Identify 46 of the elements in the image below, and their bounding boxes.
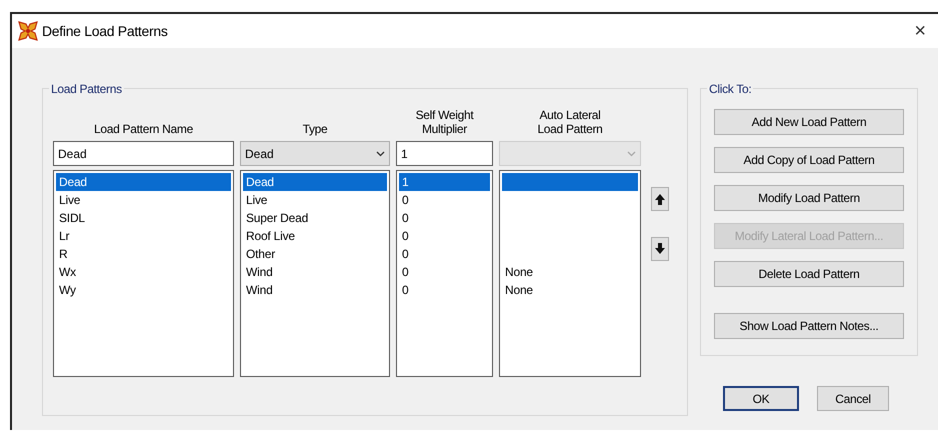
column-header: Self Weight Multiplier [414,109,475,137]
list-item[interactable]: 0 [399,281,490,299]
column-header: Type [302,123,328,137]
list-item[interactable]: Wind [243,281,387,299]
list-item[interactable]: Wx [56,263,231,281]
list-item[interactable]: Dead [56,173,231,191]
move-down-button[interactable] [651,237,669,261]
app-logo-icon [18,21,38,41]
list-item[interactable]: 0 [399,191,490,209]
down-arrow-icon [654,243,666,255]
list-item[interactable]: Live [56,191,231,209]
list-item[interactable]: None [502,281,638,299]
name-field[interactable]: Dead [53,141,234,166]
action-button[interactable]: Add New Load Pattern [714,109,904,135]
type-dropdown[interactable]: Dead [240,141,390,166]
list-item[interactable]: Other [243,245,387,263]
column-header: Auto Lateral Load Pattern [536,109,604,137]
list-item[interactable]: Wind [243,263,387,281]
caret-icon [376,150,385,156]
list-item[interactable]: 0 [399,209,490,227]
window-title: Define Load Patterns [42,22,168,40]
action-button[interactable]: Modify Load Pattern [714,185,904,211]
list-item[interactable]: SIDL [56,209,231,227]
list-item[interactable]: Wy [56,281,231,299]
action-button[interactable]: Show Load Pattern Notes... [714,313,904,339]
list-item[interactable]: 1 [399,173,490,191]
ok-button[interactable]: OK [723,386,799,411]
list-item[interactable]: Live [243,191,387,209]
list-item[interactable]: Roof Live [243,227,387,245]
caret-icon [627,150,636,156]
action-button[interactable]: Delete Load Pattern [714,261,904,287]
cancel-button[interactable]: Cancel [817,386,889,411]
list-item[interactable]: 0 [399,263,490,281]
close-button[interactable]: × [910,21,930,41]
list-item[interactable]: Super Dead [243,209,387,227]
multiplier-field[interactable]: 1 [396,141,493,166]
move-up-button[interactable] [651,187,669,211]
list-item[interactable]: Dead [243,173,387,191]
list-item[interactable]: 0 [399,245,490,263]
list-item[interactable]: 0 [399,227,490,245]
column-header: Load Pattern Name [94,123,193,137]
list-item[interactable]: None [502,263,638,281]
list-item[interactable]: Lr [56,227,231,245]
action-button[interactable]: Add Copy of Load Pattern [714,147,904,173]
up-arrow-icon [654,193,666,205]
list-item[interactable]: R [56,245,231,263]
